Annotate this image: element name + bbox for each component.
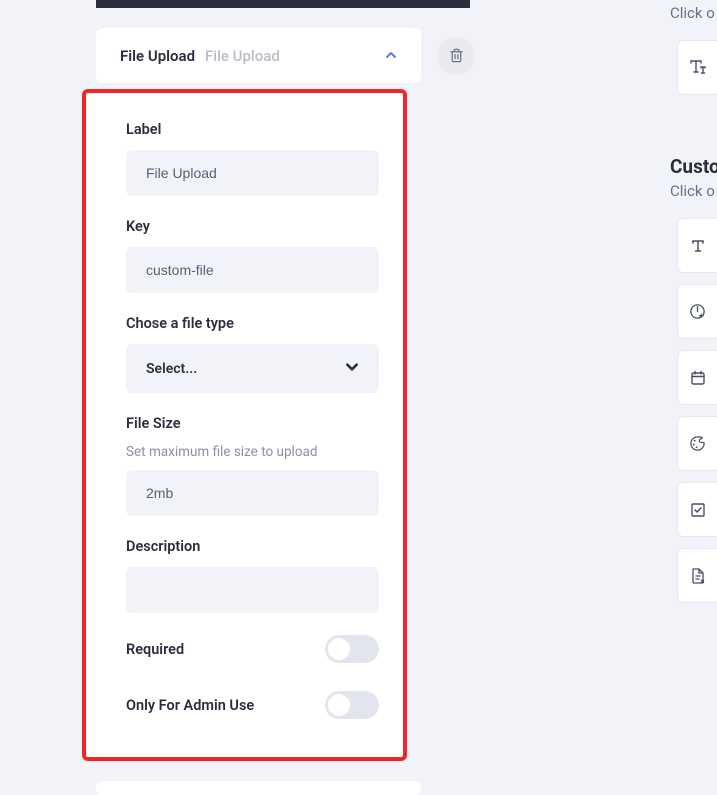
dark-top-bar: [96, 0, 470, 8]
description-label: Description: [126, 538, 379, 555]
key-field-label: Key: [126, 218, 379, 235]
admin-only-label: Only For Admin Use: [126, 697, 254, 714]
filetype-selected: Select...: [146, 361, 197, 377]
required-label: Required: [126, 641, 184, 658]
type-icon: [691, 239, 705, 253]
admin-only-toggle[interactable]: [325, 691, 379, 719]
key-input[interactable]: [126, 247, 379, 293]
calendar-icon: [690, 370, 706, 386]
filesize-input[interactable]: [126, 470, 379, 516]
label-field-label: Label: [126, 121, 379, 138]
gauge-icon: [689, 303, 706, 320]
checkbox-button[interactable]: [677, 482, 717, 537]
document-button[interactable]: [677, 548, 717, 603]
next-card-peek: [96, 781, 421, 795]
type-button[interactable]: [677, 218, 717, 273]
required-toggle[interactable]: [325, 635, 379, 663]
custom-heading: Custo: [670, 155, 717, 178]
card-title: File Upload: [120, 47, 195, 65]
description-input[interactable]: [126, 567, 379, 613]
right-hint-1: Click o: [670, 4, 715, 22]
filetype-select[interactable]: Select...: [126, 344, 379, 393]
delete-button[interactable]: [437, 37, 475, 75]
checkbox-icon: [690, 502, 706, 518]
chevron-down-icon: [345, 359, 359, 378]
palette-button[interactable]: [677, 416, 717, 471]
palette-icon: [689, 435, 706, 452]
text-tool-button[interactable]: [677, 40, 717, 95]
filesize-label: File Size: [126, 415, 379, 432]
toggle-knob: [328, 694, 350, 716]
toggle-knob: [328, 638, 350, 660]
card-header[interactable]: File Upload File Upload: [96, 28, 421, 83]
card-subtitle: File Upload: [205, 47, 280, 65]
right-hint-2: Click o: [670, 182, 715, 200]
filesize-hint: Set maximum file size to upload: [126, 444, 379, 460]
gauge-button[interactable]: [677, 284, 717, 339]
calendar-button[interactable]: [677, 350, 717, 405]
settings-panel: Label Key Chose a file type Select... Fi…: [82, 89, 407, 761]
chevron-up-icon[interactable]: [385, 46, 397, 65]
label-input[interactable]: [126, 150, 379, 196]
filetype-label: Chose a file type: [126, 315, 379, 332]
text-tool-icon: [689, 59, 707, 77]
document-arrow-icon: [690, 567, 706, 585]
trash-icon: [449, 48, 464, 63]
